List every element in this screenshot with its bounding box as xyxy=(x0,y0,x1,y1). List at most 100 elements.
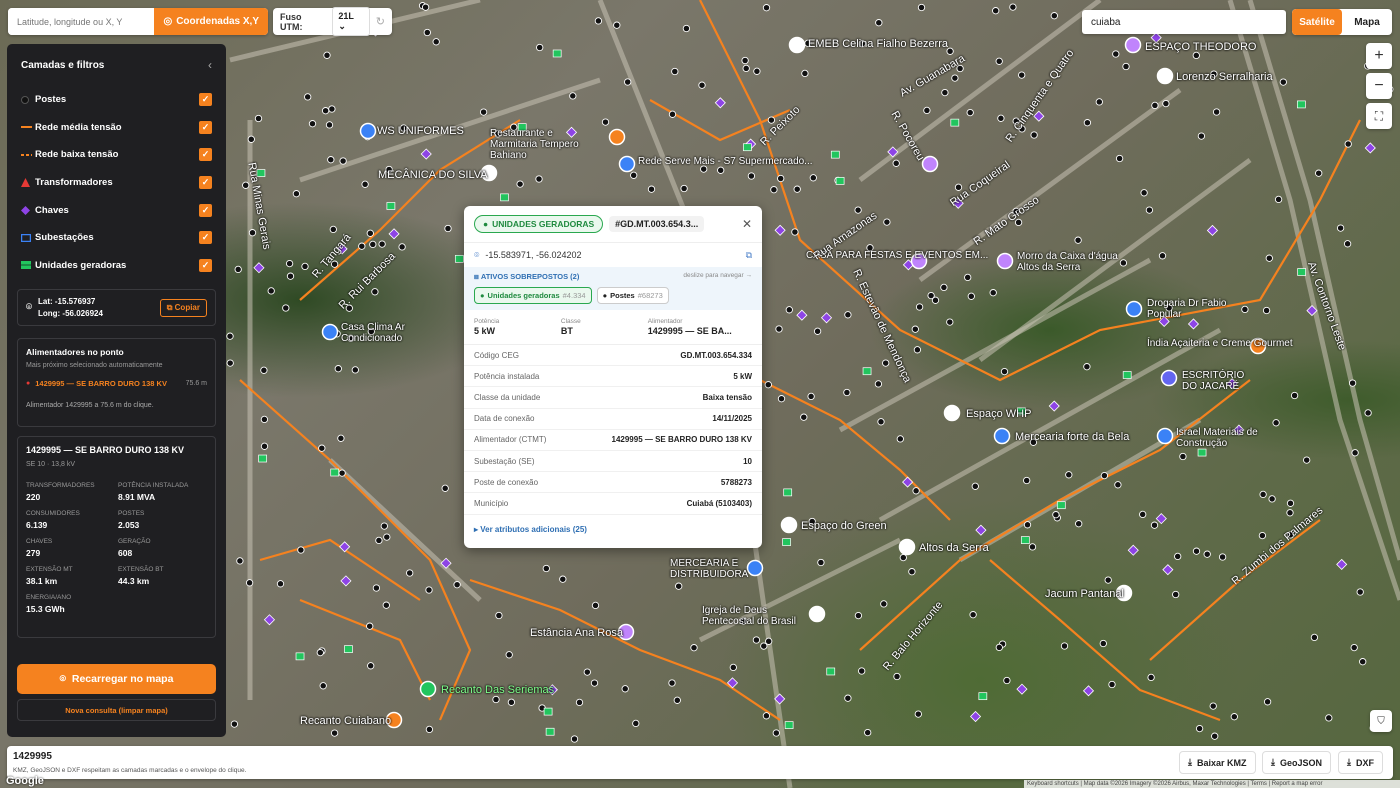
pole-marker[interactable] xyxy=(1023,476,1031,485)
pole-marker[interactable] xyxy=(1356,588,1364,596)
pole-marker[interactable] xyxy=(729,663,737,672)
generator-marker[interactable] xyxy=(543,707,553,716)
generator-marker[interactable] xyxy=(545,727,555,736)
pole-marker[interactable] xyxy=(801,69,809,78)
pole-marker[interactable] xyxy=(899,553,907,562)
pole-marker[interactable] xyxy=(1195,724,1204,733)
pole-marker[interactable] xyxy=(260,415,269,424)
switch-marker[interactable] xyxy=(1336,558,1348,570)
pole-marker[interactable] xyxy=(371,288,379,296)
pole-marker[interactable] xyxy=(267,287,275,295)
pole-marker[interactable] xyxy=(690,644,698,652)
pole-marker[interactable] xyxy=(358,242,366,250)
pole-marker[interactable] xyxy=(1209,702,1217,710)
copy-icon[interactable]: ⧉ xyxy=(746,250,752,261)
pole-marker[interactable] xyxy=(997,114,1005,122)
pole-marker[interactable] xyxy=(536,43,544,52)
switch-marker[interactable] xyxy=(420,148,432,160)
switch-marker[interactable] xyxy=(1155,513,1167,525)
pole-marker[interactable] xyxy=(583,668,591,676)
pole-marker[interactable] xyxy=(817,558,825,567)
pole-marker[interactable] xyxy=(1290,391,1299,400)
pole-marker[interactable] xyxy=(969,611,977,619)
pole-marker[interactable] xyxy=(248,229,257,237)
pole-marker[interactable] xyxy=(601,118,610,126)
pole-marker[interactable] xyxy=(542,564,550,573)
pole-marker[interactable] xyxy=(844,694,852,702)
pole-marker[interactable] xyxy=(913,346,922,354)
pole-marker[interactable] xyxy=(319,682,327,690)
poi-label[interactable]: Rede Serve Mais - S7 Supermercado... xyxy=(638,156,813,167)
pole-marker[interactable] xyxy=(892,159,900,167)
pole-marker[interactable] xyxy=(569,92,577,100)
pole-marker[interactable] xyxy=(380,522,388,530)
pole-marker[interactable] xyxy=(742,64,750,73)
pole-marker[interactable] xyxy=(406,569,414,577)
switch-marker[interactable] xyxy=(1048,400,1060,412)
pole-marker[interactable] xyxy=(1112,50,1120,58)
pole-marker[interactable] xyxy=(1344,140,1352,148)
pole-marker[interactable] xyxy=(1286,499,1295,507)
pole-marker[interactable] xyxy=(621,685,629,693)
checkbox-icon[interactable]: ✓ xyxy=(199,258,212,272)
pole-marker[interactable] xyxy=(673,696,681,704)
pole-marker[interactable] xyxy=(1197,132,1206,140)
pole-marker[interactable] xyxy=(375,536,383,545)
generator-marker[interactable] xyxy=(500,193,509,202)
pole-marker[interactable] xyxy=(668,679,676,687)
poi-pin-icon[interactable] xyxy=(898,538,916,556)
pole-marker[interactable] xyxy=(747,172,756,180)
pole-marker[interactable] xyxy=(753,67,761,75)
pole-marker[interactable] xyxy=(230,720,239,728)
collapse-icon[interactable]: ‹ xyxy=(208,58,212,72)
checkbox-icon[interactable]: ✓ xyxy=(199,93,212,107)
switch-marker[interactable] xyxy=(340,575,352,587)
dxf-button[interactable]: ⤓ DXF xyxy=(1338,751,1383,774)
generator-marker[interactable] xyxy=(295,652,305,661)
generator-marker[interactable] xyxy=(835,177,845,185)
pole-marker[interactable] xyxy=(668,110,677,118)
close-icon[interactable]: ✕ xyxy=(742,217,752,231)
pole-marker[interactable] xyxy=(398,243,406,251)
generator-marker[interactable] xyxy=(978,692,988,701)
poi-pin-icon[interactable] xyxy=(943,404,961,422)
generator-marker[interactable] xyxy=(950,118,960,127)
switch-marker[interactable] xyxy=(1127,544,1139,556)
checkbox-icon[interactable]: ✓ xyxy=(199,148,212,162)
poi-label[interactable]: ESPAÇO THEODORO xyxy=(1145,41,1256,53)
pole-marker[interactable] xyxy=(912,487,920,495)
pole-marker[interactable] xyxy=(1262,306,1271,315)
map-search-input[interactable] xyxy=(1082,10,1286,34)
pole-marker[interactable] xyxy=(971,482,979,490)
pole-marker[interactable] xyxy=(1343,240,1352,248)
satellite-button[interactable]: Satélite xyxy=(1292,9,1342,35)
pole-marker[interactable] xyxy=(1114,481,1122,489)
pole-marker[interactable] xyxy=(372,584,381,592)
pole-marker[interactable] xyxy=(1023,521,1032,529)
pole-marker[interactable] xyxy=(613,21,621,29)
pole-marker[interactable] xyxy=(308,120,317,128)
poi-pin-icon[interactable] xyxy=(996,252,1014,270)
pole-marker[interactable] xyxy=(285,259,294,268)
layer-rede-media-tensao[interactable]: Rede média tensão ✓ xyxy=(17,114,216,142)
generator-marker[interactable] xyxy=(1297,100,1306,109)
pole-marker[interactable] xyxy=(995,643,1003,652)
poi-label[interactable]: Espaço do Green xyxy=(801,520,887,532)
pole-marker[interactable] xyxy=(1286,509,1294,517)
switch-marker[interactable] xyxy=(714,97,726,109)
pole-marker[interactable] xyxy=(1052,511,1060,519)
pole-marker[interactable] xyxy=(1279,78,1287,86)
pole-marker[interactable] xyxy=(1212,108,1221,116)
pole-marker[interactable] xyxy=(382,601,390,609)
pole-marker[interactable] xyxy=(495,611,503,620)
pole-marker[interactable] xyxy=(1158,252,1167,260)
pole-marker[interactable] xyxy=(338,469,346,477)
poi-label[interactable]: Recanto Cuiabano xyxy=(300,715,391,727)
pole-marker[interactable] xyxy=(1310,633,1319,642)
pole-marker[interactable] xyxy=(995,57,1003,65)
pole-marker[interactable] xyxy=(1115,154,1124,163)
switch-marker[interactable] xyxy=(1082,685,1095,697)
pole-marker[interactable] xyxy=(964,273,972,282)
generator-marker[interactable] xyxy=(743,143,752,152)
generator-marker[interactable] xyxy=(862,367,872,376)
